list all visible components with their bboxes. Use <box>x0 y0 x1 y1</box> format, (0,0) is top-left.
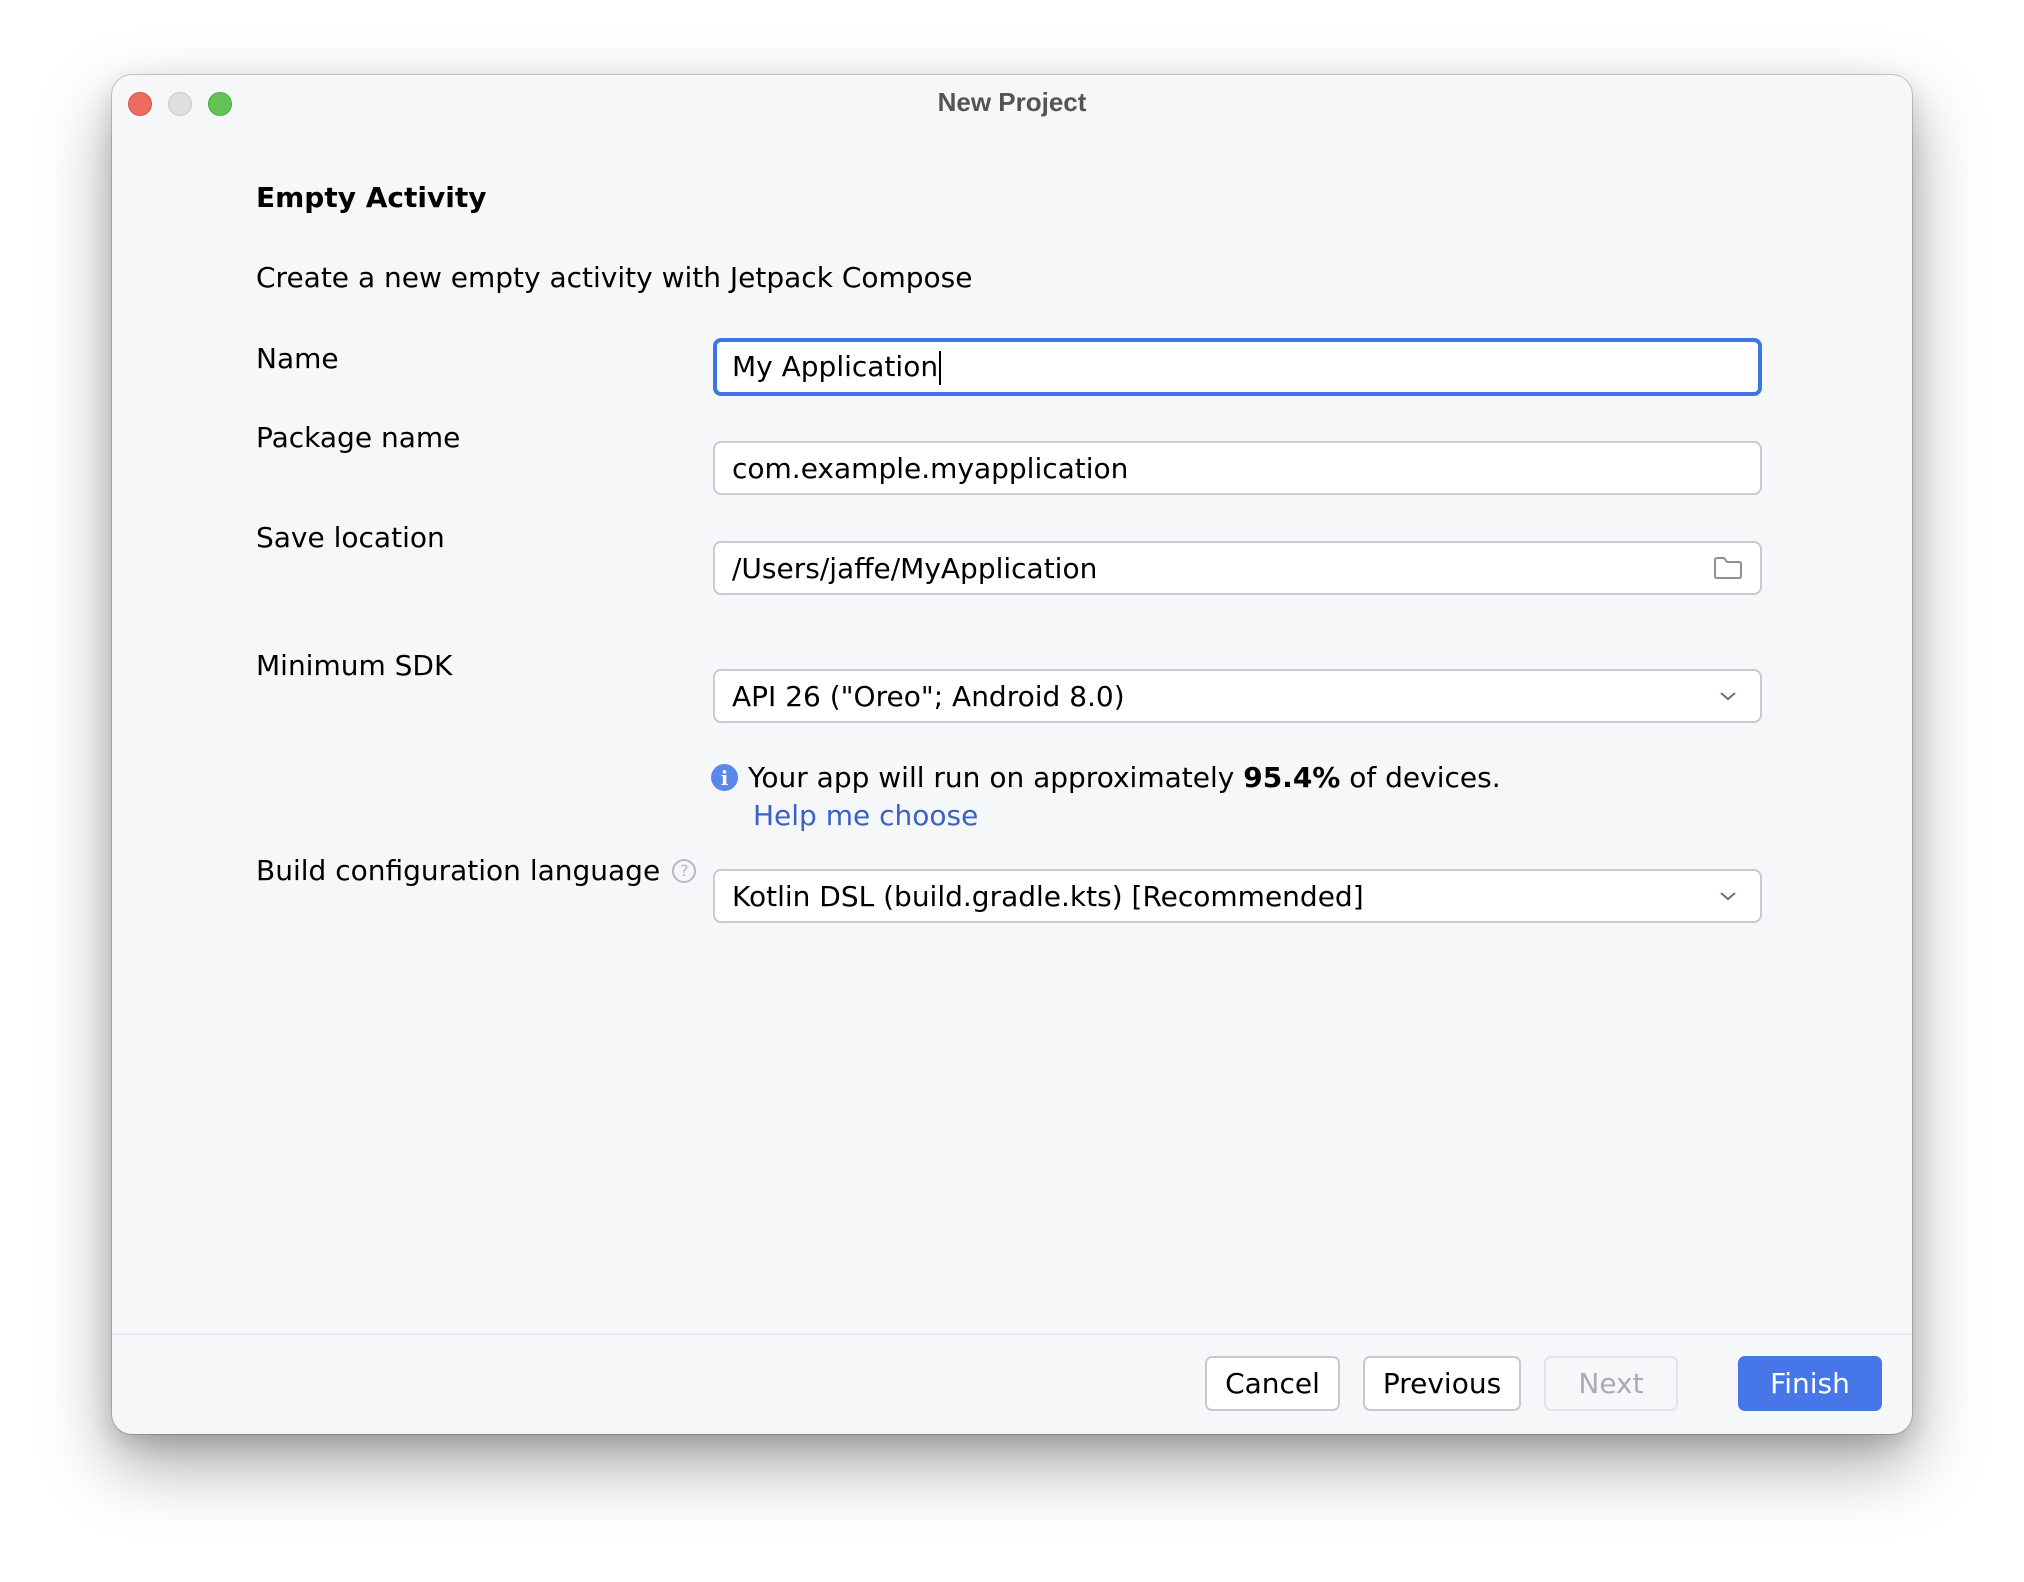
folder-icon[interactable] <box>1712 552 1744 584</box>
footer-divider <box>112 1333 1912 1335</box>
build-config-language-value: Kotlin DSL (build.gradle.kts) [Recommend… <box>732 879 1364 913</box>
save-location-input[interactable]: /Users/jaffe/MyApplication <box>713 541 1762 595</box>
sdk-info-prefix: Your app will run on approximately <box>748 761 1244 794</box>
build-config-language-dropdown[interactable]: Kotlin DSL (build.gradle.kts) [Recommend… <box>713 869 1762 923</box>
title-bar: New Project <box>112 75 1912 135</box>
minimum-sdk-dropdown[interactable]: API 26 ("Oreo"; Android 8.0) <box>713 669 1762 723</box>
new-project-dialog: New Project Empty Activity Create a new … <box>112 75 1912 1434</box>
save-location-label: Save location <box>256 521 445 554</box>
sdk-coverage-percent: 95.4% <box>1243 761 1341 794</box>
package-name-value: com.example.myapplication <box>732 451 1129 485</box>
build-config-language-text: Build configuration language <box>256 854 661 887</box>
cancel-button[interactable]: Cancel <box>1205 1356 1340 1411</box>
next-button[interactable]: Next <box>1544 1356 1678 1411</box>
save-location-value: /Users/jaffe/MyApplication <box>732 551 1098 585</box>
info-icon: i <box>711 764 738 791</box>
package-name-label: Package name <box>256 421 461 454</box>
name-input[interactable]: My Application <box>713 338 1762 396</box>
finish-button[interactable]: Finish <box>1738 1356 1882 1411</box>
name-label: Name <box>256 342 339 375</box>
chevron-down-icon <box>1712 880 1744 912</box>
package-name-input[interactable]: com.example.myapplication <box>713 441 1762 495</box>
question-icon[interactable]: ? <box>672 858 697 883</box>
previous-button[interactable]: Previous <box>1363 1356 1521 1411</box>
template-title: Empty Activity <box>256 181 487 214</box>
help-me-choose-link[interactable]: Help me choose <box>753 799 978 832</box>
minimum-sdk-label: Minimum SDK <box>256 649 453 682</box>
name-input-value: My Application <box>732 349 939 383</box>
minimum-sdk-value: API 26 ("Oreo"; Android 8.0) <box>732 679 1125 713</box>
sdk-info-suffix: of devices. <box>1340 761 1501 794</box>
build-config-language-label: Build configuration language ? <box>256 854 697 887</box>
sdk-coverage-info: i Your app will run on approximately 95.… <box>711 761 1501 794</box>
window-title: New Project <box>937 87 1087 117</box>
text-caret <box>939 350 942 385</box>
chevron-down-icon <box>1712 680 1744 712</box>
template-description: Create a new empty activity with Jetpack… <box>256 261 973 294</box>
